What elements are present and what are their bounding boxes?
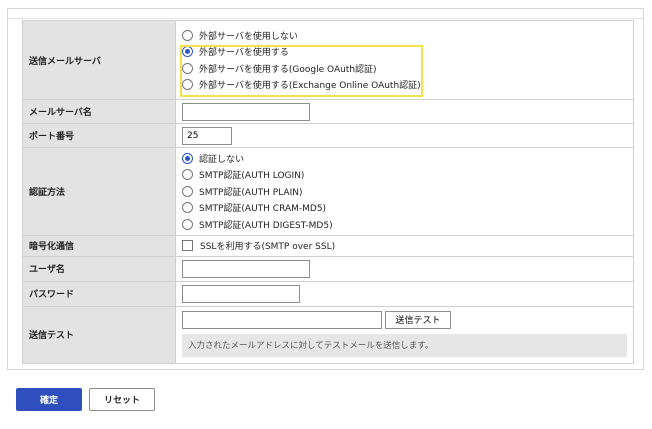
radio-button[interactable] bbox=[182, 202, 193, 214]
auth-option-0[interactable]: 認証しない bbox=[182, 150, 633, 167]
row-password: パスワード bbox=[22, 280, 634, 307]
radio-button[interactable] bbox=[182, 62, 193, 74]
smtp-server-label: 送信メールサーバ bbox=[22, 20, 176, 100]
username-input[interactable] bbox=[182, 259, 310, 278]
username-label: ユーザ名 bbox=[22, 255, 176, 282]
row-server-name: メールサーバ名 bbox=[22, 99, 634, 124]
send-test-button[interactable]: 送信テスト bbox=[385, 310, 451, 329]
row-auth-method: 認証方法 認証しない SMTP認証(AUTH LOGIN) SMTP認証(AUT… bbox=[22, 147, 634, 236]
radio-button[interactable] bbox=[182, 79, 193, 91]
row-username: ユーザ名 bbox=[22, 255, 634, 282]
auth-option-2[interactable]: SMTP認証(AUTH PLAIN) bbox=[182, 183, 633, 200]
smtp-option-0[interactable]: 外部サーバを使用しない bbox=[182, 27, 633, 44]
server-name-input[interactable] bbox=[182, 102, 310, 121]
auth-option-4[interactable]: SMTP認証(AUTH DIGEST-MD5) bbox=[182, 216, 633, 233]
encryption-label: 暗号化通信 bbox=[22, 234, 176, 257]
row-send-test: 送信テスト 送信テスト 入力されたメールアドレスに対してテストメールを送信します… bbox=[22, 305, 634, 364]
smtp-option-3[interactable]: 外部サーバを使用する(Exchange Online OAuth認証) bbox=[182, 77, 633, 94]
test-address-input[interactable] bbox=[182, 310, 382, 329]
radio-button[interactable] bbox=[182, 218, 193, 230]
smtp-server-options: 外部サーバを使用しない 外部サーバを使用する 外部サーバを使用する(Google… bbox=[175, 20, 634, 100]
auth-option-label: SMTP認証(AUTH PLAIN) bbox=[199, 187, 303, 198]
panel-header-strip bbox=[8, 9, 643, 19]
ssl-checkbox-label: SSLを利用する(SMTP over SSL) bbox=[200, 242, 336, 252]
auth-option-label: SMTP認証(AUTH DIGEST-MD5) bbox=[199, 220, 333, 231]
smtp-option-label: 外部サーバを使用する(Google OAuth認証) bbox=[199, 64, 377, 75]
row-port: ポート番号 bbox=[22, 123, 634, 148]
radio-button-selected[interactable] bbox=[182, 152, 193, 164]
row-encryption: 暗号化通信 SSLを利用する(SMTP over SSL) bbox=[22, 234, 634, 257]
ssl-checkbox-option[interactable]: SSLを利用する(SMTP over SSL) bbox=[182, 237, 633, 254]
auth-option-label: SMTP認証(AUTH CRAM-MD5) bbox=[199, 204, 327, 215]
send-test-label: 送信テスト bbox=[22, 305, 176, 364]
auth-option-3[interactable]: SMTP認証(AUTH CRAM-MD5) bbox=[182, 200, 633, 217]
auth-method-label: 認証方法 bbox=[22, 147, 176, 236]
smtp-option-1[interactable]: 外部サーバを使用する bbox=[182, 44, 633, 61]
smtp-option-label: 外部サーバを使用する bbox=[199, 48, 289, 59]
password-input[interactable] bbox=[182, 284, 300, 303]
radio-button[interactable] bbox=[182, 169, 193, 181]
reset-button[interactable]: リセット bbox=[89, 388, 155, 411]
password-label: パスワード bbox=[22, 280, 176, 307]
send-test-note: 入力されたメールアドレスに対してテストメールを送信します。 bbox=[182, 333, 627, 357]
auth-method-options: 認証しない SMTP認証(AUTH LOGIN) SMTP認証(AUTH PLA… bbox=[175, 147, 634, 236]
auth-option-1[interactable]: SMTP認証(AUTH LOGIN) bbox=[182, 167, 633, 184]
mail-settings-table: 送信メールサーバ 外部サーバを使用しない 外部サーバを使用する 外部サーバを使用… bbox=[22, 20, 634, 364]
row-smtp-server: 送信メールサーバ 外部サーバを使用しない 外部サーバを使用する 外部サーバを使用… bbox=[22, 20, 634, 100]
confirm-button[interactable]: 確定 bbox=[16, 388, 82, 411]
port-input[interactable] bbox=[182, 126, 232, 145]
smtp-option-label: 外部サーバを使用する(Exchange Online OAuth認証) bbox=[199, 81, 421, 92]
radio-button-selected[interactable] bbox=[182, 46, 193, 58]
server-name-label: メールサーバ名 bbox=[22, 99, 176, 124]
smtp-option-2[interactable]: 外部サーバを使用する(Google OAuth認証) bbox=[182, 60, 633, 77]
auth-option-label: 認証しない bbox=[199, 154, 245, 165]
auth-option-label: SMTP認証(AUTH LOGIN) bbox=[199, 171, 305, 182]
radio-button[interactable] bbox=[182, 185, 193, 197]
ssl-checkbox[interactable] bbox=[182, 240, 193, 251]
footer-actions: 確定 リセット bbox=[16, 388, 155, 411]
port-label: ポート番号 bbox=[22, 123, 176, 148]
smtp-option-label: 外部サーバを使用しない bbox=[199, 31, 298, 42]
radio-button[interactable] bbox=[182, 29, 193, 41]
